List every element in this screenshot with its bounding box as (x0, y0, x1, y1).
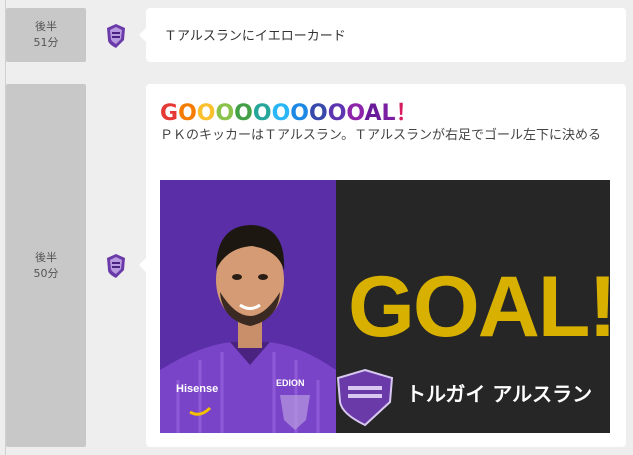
jersey-sponsor-2: EDION (276, 378, 305, 388)
goal-title-letter: O (215, 101, 235, 126)
sanfrecce-emblem-icon (107, 254, 125, 278)
goal-title-letter: A (364, 101, 382, 126)
goal-title: GOOOOOOOOOOAL！ (160, 100, 418, 128)
goal-title-letter: G (160, 101, 179, 126)
time-badge: 後半 51分 (6, 8, 86, 62)
goal-image[interactable]: Hisense EDION GOAL! トルガイ アルスラン (160, 180, 610, 433)
goal-title-letter: O (346, 101, 365, 126)
goal-title-letter: O (271, 101, 291, 126)
time-period: 後半 (35, 20, 57, 33)
goal-card: GOOOOOOOOOOAL！ ＰＫのキッカーはＴアルスラン。Ｔアルスランが右足で… (139, 84, 626, 447)
goal-title-letter: O (178, 101, 197, 126)
goal-title-letter: O (234, 101, 253, 126)
goal-title-letter: O (308, 101, 328, 126)
event-text: Ｔアルスランにイエローカード (164, 29, 346, 44)
time-period: 後半 (35, 250, 57, 264)
time-minute: 50分 (33, 266, 59, 280)
player-name: トルガイ アルスラン (406, 382, 593, 406)
goal-title-letter: O (327, 101, 347, 126)
jersey-sponsor: Hisense (176, 383, 218, 395)
goal-title-letter: O (252, 101, 272, 126)
goal-title-letter: O (290, 101, 309, 126)
time-badge: 後半 50分 (6, 84, 86, 447)
event-card: Ｔアルスランにイエローカード (139, 8, 626, 62)
goal-title-letter: ！ (395, 101, 418, 126)
sanfrecce-emblem-icon (107, 24, 125, 48)
goal-title-letter: O (196, 101, 216, 126)
goal-title-letter: L (381, 101, 396, 126)
goal-description: ＰＫのキッカーはＴアルスラン。Ｔアルスランが右足でゴール左下に決める (160, 128, 601, 143)
goal-word: GOAL! (348, 259, 610, 355)
time-minute: 51分 (33, 36, 59, 49)
